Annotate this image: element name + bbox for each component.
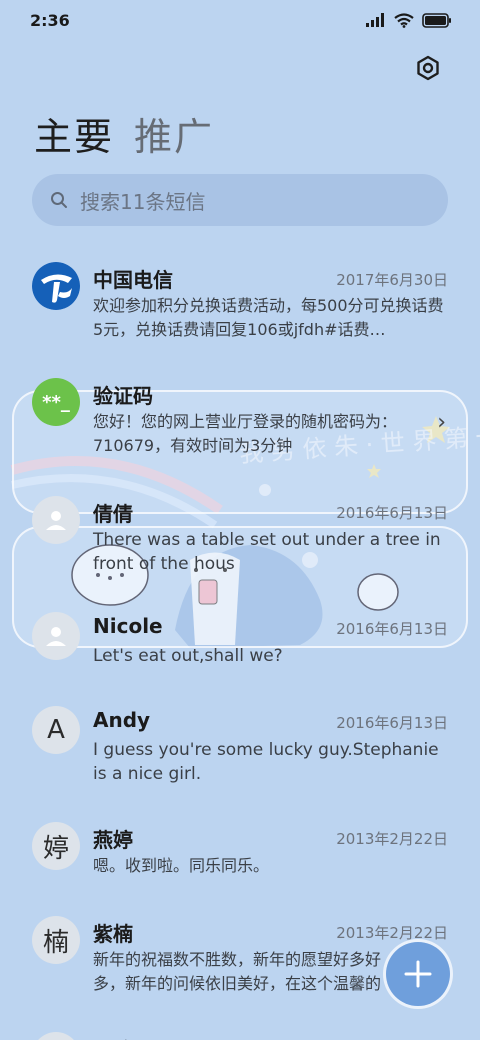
- search-icon: [51, 192, 67, 208]
- conversation-name: Andy: [93, 708, 151, 732]
- conversation-date: 2016年6月13日: [336, 504, 448, 522]
- conversation-name: 中国电信: [93, 268, 173, 292]
- chevron-right-icon: ›: [437, 410, 446, 435]
- conversation-item[interactable]: **_ 验证码 您好！您的网上营业厅登录的随机密码为：710679，有效时间为3…: [0, 368, 480, 478]
- wifi-icon: [394, 12, 414, 28]
- conversation-preview: 您好！您的网上营业厅登录的随机密码为：710679，有效时间为3分钟: [93, 412, 398, 455]
- avatar: A: [32, 706, 80, 754]
- conversation-item[interactable]: 子玲: [0, 1022, 480, 1040]
- status-bar: 2:36: [0, 0, 480, 40]
- conversation-name: 验证码: [93, 384, 153, 408]
- conversation-item[interactable]: 倩倩 2016年6月13日 There was a table set out …: [0, 486, 480, 596]
- search-placeholder: 搜索11条短信: [80, 189, 206, 214]
- compose-button[interactable]: [386, 942, 450, 1006]
- conversation-name: 燕婷: [93, 828, 133, 852]
- verification-avatar: **_: [32, 378, 80, 426]
- conversation-item[interactable]: A Andy 2016年6月13日 I guess you're some lu…: [0, 696, 480, 806]
- signal-icon: [366, 13, 384, 27]
- avatar: [32, 612, 80, 660]
- conversation-preview: 新年的祝福数不胜数，新年的愿望好多好多，新年的问候依旧美好，在这个温馨的时刻: [93, 950, 382, 993]
- avatar-letter: 楠: [42, 927, 69, 958]
- avatar: 婷: [32, 822, 80, 870]
- avatar: [32, 496, 80, 544]
- tab-primary[interactable]: 主要: [34, 106, 114, 161]
- conversation-preview: 欢迎参加积分兑换话费活动，每500分可兑换话费5元，兑换话费请回复106或jfd…: [93, 296, 444, 339]
- battery-icon: [422, 12, 451, 28]
- tab-bar: 主要 推广: [34, 106, 214, 161]
- telecom-logo: [32, 262, 80, 310]
- avatar-letter: A: [47, 715, 65, 745]
- tab-promotions[interactable]: 推广: [134, 106, 214, 161]
- conversation-preview: 嗯。收到啦。同乐同乐。: [93, 856, 270, 875]
- conversation-name: 倩倩: [93, 502, 133, 526]
- conversation-date: 2013年2月22日: [336, 830, 448, 848]
- plus-icon: [404, 960, 432, 988]
- status-icons: [366, 12, 452, 28]
- avatar-letter: 婷: [42, 833, 69, 864]
- conversation-preview: There was a table set out under a tree i…: [93, 530, 441, 574]
- avatar: [32, 1032, 80, 1040]
- conversation-name: 子玲: [93, 1034, 133, 1040]
- conversation-preview: I guess you're some lucky guy.Stephanie …: [93, 740, 439, 784]
- conversation-item[interactable]: 中国电信 2017年6月30日 欢迎参加积分兑换话费活动，每500分可兑换话费5…: [0, 250, 480, 360]
- conversation-name: 紫楠: [93, 922, 133, 946]
- conversation-date: 2016年6月13日: [336, 620, 448, 638]
- person-icon: [46, 511, 66, 530]
- search-input[interactable]: 搜索11条短信: [32, 174, 448, 226]
- status-time: 2:36: [30, 10, 70, 30]
- conversation-name: Nicole: [93, 614, 163, 638]
- avatar: 楠: [32, 916, 80, 964]
- conversation-preview: Let's eat out,shall we?: [93, 646, 283, 666]
- verification-avatar-text: **_: [42, 391, 70, 413]
- conversation-date: 2013年2月22日: [336, 924, 448, 942]
- gear-icon: [417, 55, 439, 81]
- conversation-date: 2016年6月13日: [336, 714, 448, 732]
- settings-button[interactable]: [412, 52, 444, 84]
- person-icon: [46, 627, 66, 646]
- conversation-date: 2017年6月30日: [336, 271, 448, 289]
